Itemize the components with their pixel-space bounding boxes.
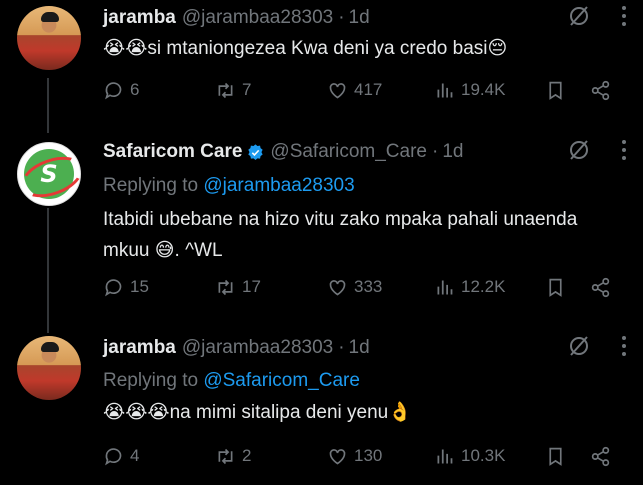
retweet-icon — [218, 82, 233, 98]
views-button[interactable]: 10.3K — [434, 446, 505, 467]
display-name[interactable]: jaramba — [103, 7, 176, 29]
like-count: 333 — [354, 277, 383, 296]
avatar-jaramba[interactable] — [17, 6, 81, 70]
reply-mention-link[interactable]: @Safaricom_Care — [203, 370, 360, 391]
tweet-3[interactable]: jaramba @jarambaa28303 · 1d Replying to … — [0, 333, 643, 485]
retweet-button[interactable]: 17 — [215, 277, 261, 298]
retweet-count: 17 — [242, 277, 261, 296]
more-options-icon[interactable] — [621, 139, 627, 166]
replying-to: Replying to @Safaricom_Care — [103, 370, 360, 392]
retweet-button[interactable]: 2 — [215, 446, 251, 467]
tweet-text-line: 😭😭😭na mimi sitalipa deni yenu👌 — [103, 402, 412, 423]
reply-count: 6 — [130, 80, 140, 99]
views-button[interactable]: 19.4K — [434, 80, 505, 101]
reply-count: 4 — [130, 446, 140, 465]
heart-icon — [329, 448, 346, 464]
replying-to-label: Replying to — [103, 370, 204, 391]
tweet-header: Safaricom Care @Safaricom_Care · 1d — [103, 137, 463, 167]
timestamp[interactable]: 1d — [349, 337, 370, 359]
reply-mention-link[interactable]: @jarambaa28303 — [203, 175, 354, 196]
avatar-safaricom[interactable]: S — [17, 142, 81, 206]
reply-count: 15 — [130, 277, 149, 296]
views-icon — [437, 280, 453, 294]
reply-button[interactable]: 6 — [103, 80, 139, 101]
like-button[interactable]: 333 — [327, 277, 382, 298]
share-button[interactable] — [590, 277, 611, 298]
reply-button[interactable]: 15 — [103, 277, 149, 298]
heart-icon — [329, 279, 346, 295]
share-icon — [591, 80, 610, 100]
share-icon — [591, 446, 610, 466]
grok-icon[interactable] — [567, 4, 591, 33]
tweet-text-line: mkuu 😅. ^WL — [103, 240, 223, 261]
view-count: 12.2K — [461, 277, 506, 296]
separator-dot: · — [338, 337, 345, 358]
tweet-actions: 4 2 130 10.3K — [103, 441, 623, 471]
like-count: 417 — [354, 80, 383, 99]
bookmark-button[interactable] — [545, 277, 566, 298]
tweet-header: jaramba @jarambaa28303 · 1d — [103, 3, 370, 33]
timestamp[interactable]: 1d — [349, 7, 370, 29]
tweet-text: Itabidi ubebane na hizo vitu zako mpaka … — [103, 204, 628, 266]
bookmark-button[interactable] — [545, 80, 566, 101]
tweet-header: jaramba @jarambaa28303 · 1d — [103, 333, 370, 363]
grok-icon[interactable] — [567, 334, 591, 363]
retweet-count: 7 — [242, 80, 252, 99]
tweet-actions: 6 7 417 19.4K — [103, 75, 623, 105]
grok-icon[interactable] — [567, 138, 591, 167]
heart-icon — [329, 82, 346, 98]
timestamp[interactable]: 1d — [442, 141, 463, 163]
separator-dot: · — [338, 7, 345, 28]
display-name[interactable]: jaramba — [103, 337, 176, 359]
views-button[interactable]: 12.2K — [434, 277, 505, 298]
like-button[interactable]: 417 — [327, 80, 382, 101]
reply-icon — [105, 278, 122, 296]
bookmark-icon — [549, 278, 562, 297]
views-icon — [437, 449, 453, 463]
tweet-text: 😭😭si mtaniongezea Kwa deni ya credo basi… — [103, 33, 628, 64]
views-icon — [437, 83, 453, 97]
user-handle[interactable]: @jarambaa28303 — [182, 337, 333, 359]
display-name[interactable]: Safaricom Care — [103, 141, 242, 163]
reply-icon — [105, 81, 122, 99]
reply-icon — [105, 447, 122, 465]
separator-dot: · — [431, 141, 439, 162]
avatar-jaramba[interactable] — [17, 336, 81, 400]
tweet-2[interactable]: S Safaricom Care @Safaricom_Care · 1d Re… — [0, 133, 643, 328]
verified-badge-icon — [247, 143, 264, 161]
user-handle[interactable]: @Safaricom_Care — [270, 141, 427, 163]
retweet-icon — [218, 279, 233, 295]
replying-to: Replying to @jarambaa28303 — [103, 175, 355, 197]
bookmark-button[interactable] — [545, 446, 566, 467]
safaricom-logo-icon: S — [24, 149, 74, 199]
tweet-actions: 15 17 333 12.2K — [103, 272, 623, 302]
like-count: 130 — [354, 446, 383, 465]
share-icon — [591, 277, 610, 297]
tweet-text-line: Itabidi ubebane na hizo vitu zako mpaka … — [103, 209, 578, 230]
view-count: 10.3K — [461, 446, 506, 465]
replying-to-label: Replying to — [103, 175, 204, 196]
more-options-icon[interactable] — [621, 335, 627, 362]
retweet-button[interactable]: 7 — [215, 80, 251, 101]
user-handle[interactable]: @jarambaa28303 — [182, 7, 333, 29]
bookmark-icon — [549, 447, 562, 466]
tweet-text-line: 😭😭si mtaniongezea Kwa deni ya credo basi… — [103, 38, 508, 59]
retweet-count: 2 — [242, 446, 252, 465]
view-count: 19.4K — [461, 80, 506, 99]
retweet-icon — [218, 448, 233, 464]
tweet-text: 😭😭😭na mimi sitalipa deni yenu👌 — [103, 397, 628, 428]
share-button[interactable] — [590, 80, 611, 101]
like-button[interactable]: 130 — [327, 446, 382, 467]
share-button[interactable] — [590, 446, 611, 467]
tweet-1[interactable]: jaramba @jarambaa28303 · 1d 😭😭si mtanion… — [0, 0, 643, 130]
reply-button[interactable]: 4 — [103, 446, 139, 467]
logo-letter: S — [40, 160, 58, 188]
bookmark-icon — [549, 81, 562, 100]
more-options-icon[interactable] — [621, 5, 627, 32]
